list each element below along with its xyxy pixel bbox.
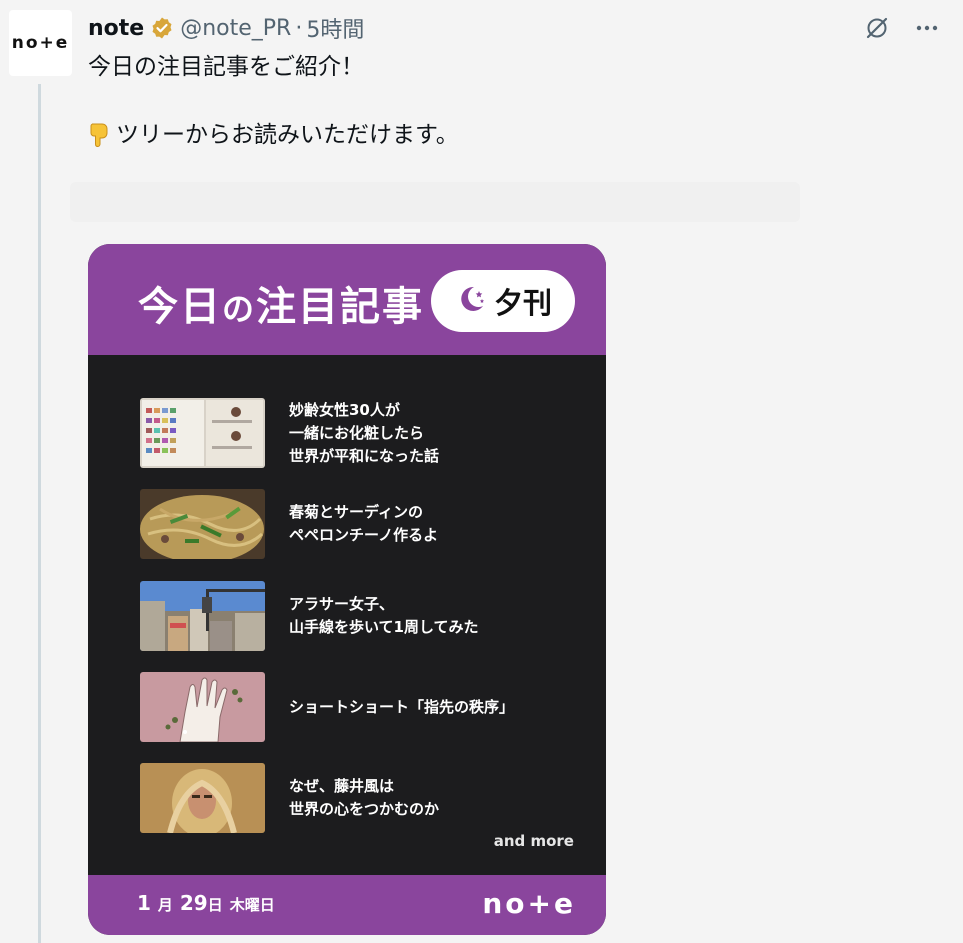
tweet-line-1: 今日の注目記事をご紹介！ xyxy=(88,54,364,80)
moon-stars-icon xyxy=(454,282,488,320)
timestamp[interactable]: 5時間 xyxy=(306,12,364,44)
verified-badge-icon xyxy=(150,16,174,40)
card-header: 今日の注目記事 夕刊 xyxy=(88,244,606,355)
city-street-thumbnail xyxy=(140,581,265,651)
article-item: なぜ、藤井風は 世界の心をつかむのか xyxy=(140,763,560,833)
article-title: 妙齢女性30人が 一緒にお化粧したら 世界が平和になった話 xyxy=(289,400,440,465)
tweet-text: 今日の注目記事をご紹介！ ツリーからお読みいただけます。 xyxy=(88,50,908,152)
card-footer: 1 月 29日 木曜日 no+e xyxy=(88,875,606,935)
and-more-label: and more xyxy=(493,832,574,850)
hand-illustration-thumbnail xyxy=(140,672,265,742)
pointing-down-hand-icon xyxy=(88,121,112,148)
card-article-list: 妙齢女性30人が 一緒にお化粧したら 世界が平和になった話 春菊とサーディンの … xyxy=(88,355,606,875)
article-item: ショートショート「指先の秩序」 xyxy=(140,672,560,742)
tweet-header: note @note_PR · 5時間 xyxy=(88,12,364,44)
evening-edition-badge: 夕刊 xyxy=(431,270,575,332)
article-title: 春菊とサーディンの ペペロンチーノ作るよ xyxy=(289,503,439,544)
card-title: 今日の注目記事 xyxy=(138,284,425,330)
article-item: 妙齢女性30人が 一緒にお化粧したら 世界が平和になった話 xyxy=(140,398,560,468)
avatar[interactable]: no+e xyxy=(9,10,72,76)
card-date: 1 月 29日 木曜日 xyxy=(137,891,275,915)
tweet-actions-top xyxy=(863,14,941,42)
pasta-dish-thumbnail xyxy=(140,489,265,559)
author-handle[interactable]: @note_PR xyxy=(180,16,291,41)
article-card-image[interactable]: 今日の注目記事 夕刊 妙齢女性30人が 一緒にお化粧したら 世界が平和になった話… xyxy=(88,244,606,935)
more-options-icon[interactable] xyxy=(913,14,941,42)
article-title: なぜ、藤井風は 世界の心をつかむのか xyxy=(289,777,440,818)
author-name[interactable]: note xyxy=(88,16,144,41)
separator: · xyxy=(295,15,303,41)
evening-edition-label: 夕刊 xyxy=(493,286,552,320)
portrait-thumbnail xyxy=(140,763,265,833)
faded-placeholder xyxy=(70,182,800,222)
article-item: 春菊とサーディンの ペペロンチーノ作るよ xyxy=(140,489,560,559)
thread-line xyxy=(38,84,41,943)
tweet-line-2-text: ツリーからお読みいただけます。 xyxy=(116,122,459,148)
grok-icon[interactable] xyxy=(863,14,891,42)
article-title: ショートショート「指先の秩序」 xyxy=(289,697,515,716)
article-item: アラサー女子、 山手線を歩いて1周してみた xyxy=(140,581,560,651)
tweet-line-2: ツリーからお読みいただけます。 xyxy=(88,118,908,152)
note-logo: no+e xyxy=(482,887,576,920)
makeup-color-chart-thumbnail xyxy=(140,398,265,468)
article-title: アラサー女子、 山手線を歩いて1周してみた xyxy=(289,595,479,636)
